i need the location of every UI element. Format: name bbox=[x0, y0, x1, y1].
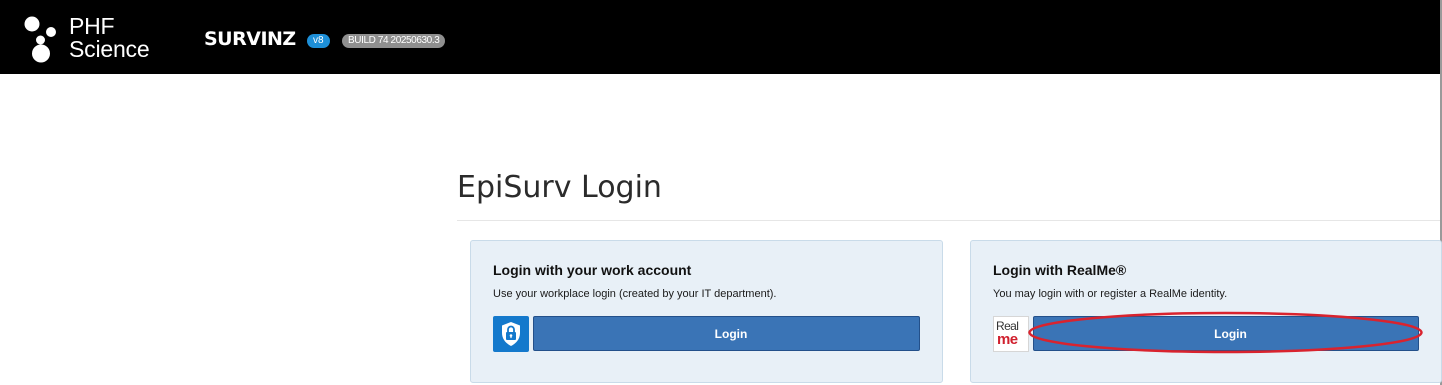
org-logo-text: PHF Science bbox=[69, 13, 150, 62]
work-account-login-button[interactable]: Login bbox=[533, 316, 920, 351]
top-navbar: PHF Science SURVINZ v8 BUILD 74 20250630… bbox=[0, 0, 1442, 74]
realme-login-card: Login with RealMe® You may login with or… bbox=[970, 240, 1442, 383]
logo-line-science: Science bbox=[69, 36, 150, 62]
title-divider bbox=[457, 220, 1440, 221]
realme-logo-icon[interactable]: Real me bbox=[993, 316, 1029, 352]
realme-description: You may login with or register a RealMe … bbox=[993, 288, 1228, 300]
build-badge: BUILD 74 20250630.3 bbox=[342, 34, 446, 48]
phf-science-logo-icon bbox=[24, 16, 56, 63]
page-title: EpiSurv Login bbox=[457, 170, 662, 205]
work-account-heading: Login with your work account bbox=[493, 262, 692, 278]
lock-shield-icon[interactable] bbox=[493, 316, 529, 352]
work-account-login-card: Login with your work account Use your wo… bbox=[470, 240, 943, 383]
realme-logo-me: me bbox=[997, 331, 1018, 348]
work-account-description: Use your workplace login (created by you… bbox=[493, 288, 777, 300]
app-name[interactable]: SURVINZ bbox=[204, 28, 296, 50]
version-badge: v8 bbox=[307, 34, 330, 48]
lock-shield-icon-graphic bbox=[502, 322, 520, 346]
logo-line-phf: PHF bbox=[69, 13, 115, 39]
realme-heading: Login with RealMe® bbox=[993, 262, 1127, 278]
realme-login-button[interactable]: Login bbox=[1033, 316, 1419, 351]
